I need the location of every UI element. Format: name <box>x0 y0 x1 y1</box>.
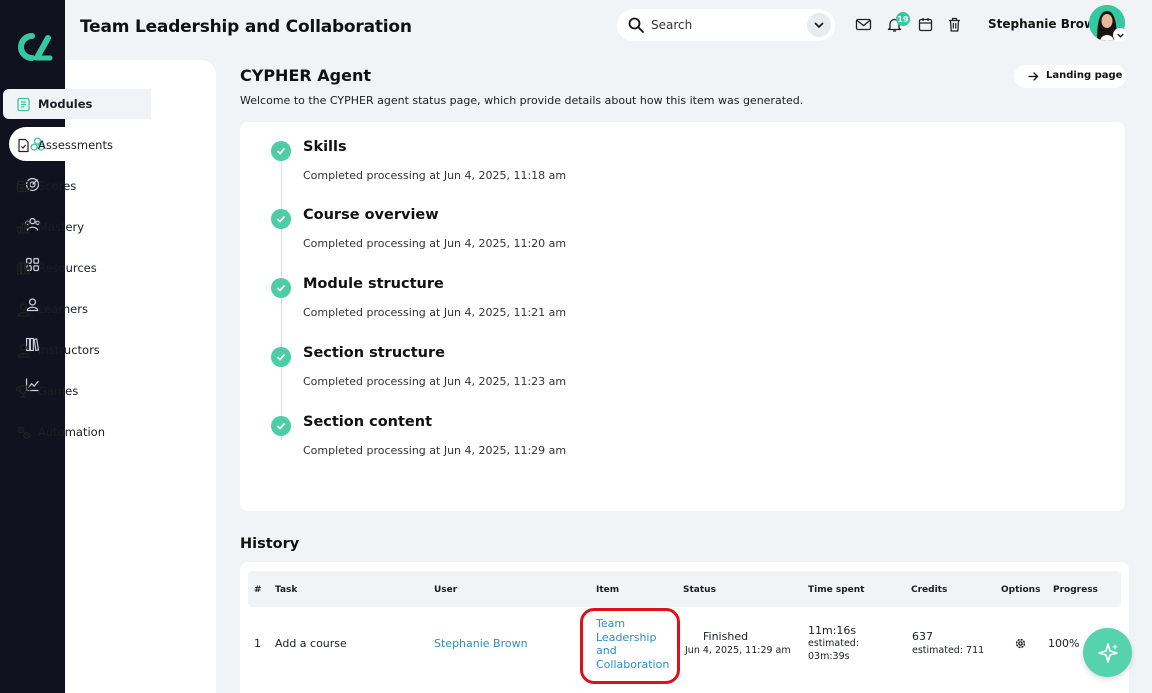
landing-page-label: Landing page <box>1046 70 1123 81</box>
search-box[interactable]: Search <box>617 9 835 41</box>
modules-doc-icon <box>17 97 30 111</box>
nav-label: Scores <box>38 179 77 193</box>
chevron-down-icon <box>1116 33 1124 38</box>
step-title: Section structure <box>303 345 445 361</box>
nav-item-games[interactable]: Games <box>3 376 151 406</box>
check-icon <box>271 209 291 229</box>
nav-label: Mastery <box>38 220 85 234</box>
column-header-credits[interactable]: Credits <box>911 585 947 595</box>
column-header-user[interactable]: User <box>434 585 457 595</box>
nav-item-mastery[interactable]: Mastery <box>3 212 151 242</box>
step-title: Section content <box>303 414 433 430</box>
step-title: Module structure <box>303 276 444 292</box>
nav-item-automation[interactable]: Automation <box>3 417 151 447</box>
table-icon <box>16 180 31 192</box>
column-header-task[interactable]: Task <box>275 585 297 595</box>
column-header-progress[interactable]: Progress <box>1053 585 1098 595</box>
user-name[interactable]: Stephanie Brown <box>988 17 1104 31</box>
mail-icon[interactable] <box>855 16 872 33</box>
check-icon <box>271 347 291 367</box>
row-status: Finished <box>703 630 749 643</box>
check-icon <box>271 141 291 161</box>
app-logo[interactable] <box>12 30 54 64</box>
row-task: Add a course <box>275 637 347 650</box>
trash-icon[interactable] <box>946 16 963 33</box>
calendar-icon[interactable] <box>917 16 934 33</box>
step-detail: Completed processing at Jun 4, 2025, 11:… <box>303 169 567 182</box>
column-header-time-spent[interactable]: Time spent <box>808 585 864 595</box>
row-time-estimated: 03m:39s <box>808 651 850 662</box>
bar-chart-icon <box>17 220 30 234</box>
arrow-right-icon <box>1028 72 1039 81</box>
row-progress: 100% <box>1048 637 1080 650</box>
row-status-date: Jun 4, 2025, 11:29 am <box>685 645 791 656</box>
column-header-options: Options <box>1001 585 1041 595</box>
sparkle-icon <box>1097 642 1118 663</box>
chevron-down-icon <box>814 22 824 29</box>
column-header-number: # <box>254 585 262 595</box>
agent-title: CYPHER Agent <box>240 66 371 85</box>
row-credits-estimated: estimated: 711 <box>912 645 985 656</box>
nav-item-resources[interactable]: Resources <box>3 253 151 283</box>
step-title: Skills <box>303 139 347 155</box>
notification-badge: 19 <box>896 12 910 26</box>
step-detail: Completed processing at Jun 4, 2025, 11:… <box>303 375 567 388</box>
history-title: History <box>240 536 300 552</box>
column-header-item[interactable]: Item <box>596 585 619 595</box>
row-credits: 637 <box>912 630 933 643</box>
user-icon <box>17 302 30 317</box>
nav-item-scores[interactable]: Scores <box>3 171 151 201</box>
nav-label: Modules <box>38 97 93 111</box>
trophy-icon <box>16 384 31 398</box>
column-header-status[interactable]: Status <box>683 585 716 595</box>
nav-item-modules[interactable]: Modules <box>3 89 151 119</box>
nav-label: Assessments <box>38 138 113 152</box>
nav-label: Games <box>38 384 79 398</box>
nav-label: Learners <box>38 302 88 316</box>
check-icon <box>271 278 291 298</box>
ai-assistant-button[interactable] <box>1083 628 1132 677</box>
step-detail: Completed processing at Jun 4, 2025, 11:… <box>303 444 567 457</box>
nav-label: Instructors <box>38 343 100 357</box>
row-number: 1 <box>254 637 261 650</box>
gears-icon <box>17 426 30 439</box>
user-menu-toggle[interactable] <box>1113 28 1127 42</box>
instructor-icon <box>17 343 30 358</box>
step-detail: Completed processing at Jun 4, 2025, 11:… <box>303 237 567 250</box>
row-time-estimated-label: estimated: <box>808 638 860 649</box>
nav-label: Resources <box>38 261 97 275</box>
check-icon <box>271 416 291 436</box>
landing-page-button[interactable]: Landing page <box>1014 65 1126 88</box>
assessment-icon <box>18 138 29 152</box>
row-item-link[interactable]: Team Leadership and Collaboration <box>596 617 678 671</box>
nav-item-assessments[interactable]: Assessments <box>3 130 151 160</box>
search-input[interactable]: Search <box>651 18 692 32</box>
agent-description: Welcome to the CYPHER agent status page,… <box>240 94 804 107</box>
nav-item-learners[interactable]: Learners <box>3 294 151 324</box>
nav-label: Automation <box>38 425 105 439</box>
books-icon <box>16 261 31 275</box>
nav-item-instructors[interactable]: Instructors <box>3 335 151 365</box>
search-dropdown-button[interactable] <box>807 13 831 37</box>
step-title: Course overview <box>303 207 439 223</box>
row-time-spent: 11m:16s <box>808 624 857 637</box>
step-detail: Completed processing at Jun 4, 2025, 11:… <box>303 306 567 319</box>
settings-gear-icon[interactable] <box>1014 637 1027 650</box>
search-icon <box>628 17 644 33</box>
page-title: Team Leadership and Collaboration <box>80 17 412 37</box>
row-user-link[interactable]: Stephanie Brown <box>434 637 528 650</box>
